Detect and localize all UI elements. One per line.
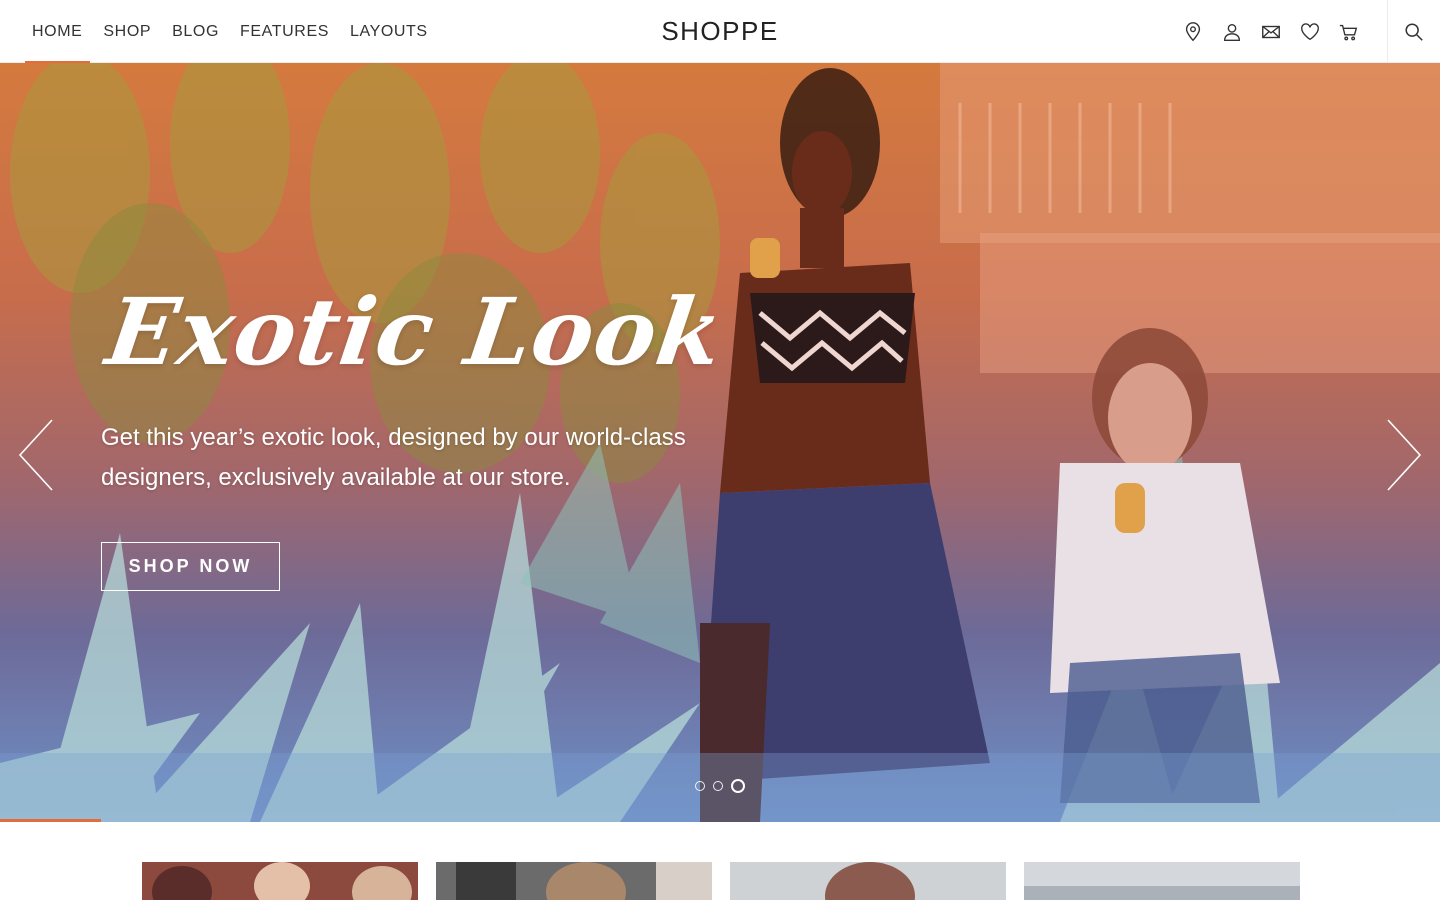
chevron-left-icon (18, 419, 53, 491)
slider-prev-button[interactable] (16, 418, 56, 492)
slide-progress-bar (0, 819, 101, 822)
category-image-4 (1024, 862, 1300, 900)
cart-icon (1339, 24, 1357, 40)
mail-icon (1261, 25, 1280, 38)
hero-title: Exotic Look (100, 278, 730, 386)
nav-item-blog[interactable]: BLOG (164, 0, 227, 63)
slider-dot-1[interactable] (695, 781, 705, 791)
slider-dot-2[interactable] (713, 781, 723, 791)
map-pin-icon (1185, 21, 1200, 41)
main-nav: HOME SHOP BLOG FEATURES LAYOUTS (24, 0, 441, 63)
category-card-4[interactable] (1024, 862, 1300, 900)
store-locator-button[interactable] (1173, 0, 1212, 63)
search-button[interactable] (1387, 0, 1440, 63)
header-icons (1173, 0, 1368, 63)
slider-dot-3[interactable] (731, 779, 745, 793)
cart-button[interactable] (1329, 0, 1368, 63)
wishlist-button[interactable] (1290, 0, 1329, 63)
slider-next-button[interactable] (1384, 418, 1424, 492)
slider-dots (695, 779, 745, 793)
nav-item-shop[interactable]: SHOP (95, 0, 159, 63)
chevron-right-icon (1387, 419, 1422, 491)
category-card-2[interactable] (436, 862, 712, 900)
featured-categories (142, 862, 1300, 900)
search-icon (1405, 22, 1423, 41)
category-image-2 (436, 862, 712, 900)
category-image-3 (730, 862, 1006, 900)
heart-icon (1300, 22, 1319, 40)
nav-item-features[interactable]: FEATURES (232, 0, 337, 63)
contact-button[interactable] (1251, 0, 1290, 63)
brand-logo[interactable]: SHOPPE (661, 16, 778, 46)
account-button[interactable] (1212, 0, 1251, 63)
shop-now-button[interactable]: SHOP NOW (101, 542, 280, 591)
hero-slider: Exotic Look Get this year’s exotic look,… (0, 63, 1440, 822)
hero-subtitle: Get this year’s exotic look, designed by… (101, 424, 686, 491)
category-image-1 (142, 862, 418, 900)
site-header: HOME SHOP BLOG FEATURES LAYOUTS SHOPPE (0, 0, 1440, 63)
category-card-1[interactable] (142, 862, 418, 900)
user-icon (1223, 23, 1240, 41)
nav-item-layouts[interactable]: LAYOUTS (342, 0, 436, 63)
nav-item-home[interactable]: HOME (24, 0, 91, 63)
category-card-3[interactable] (730, 862, 1006, 900)
